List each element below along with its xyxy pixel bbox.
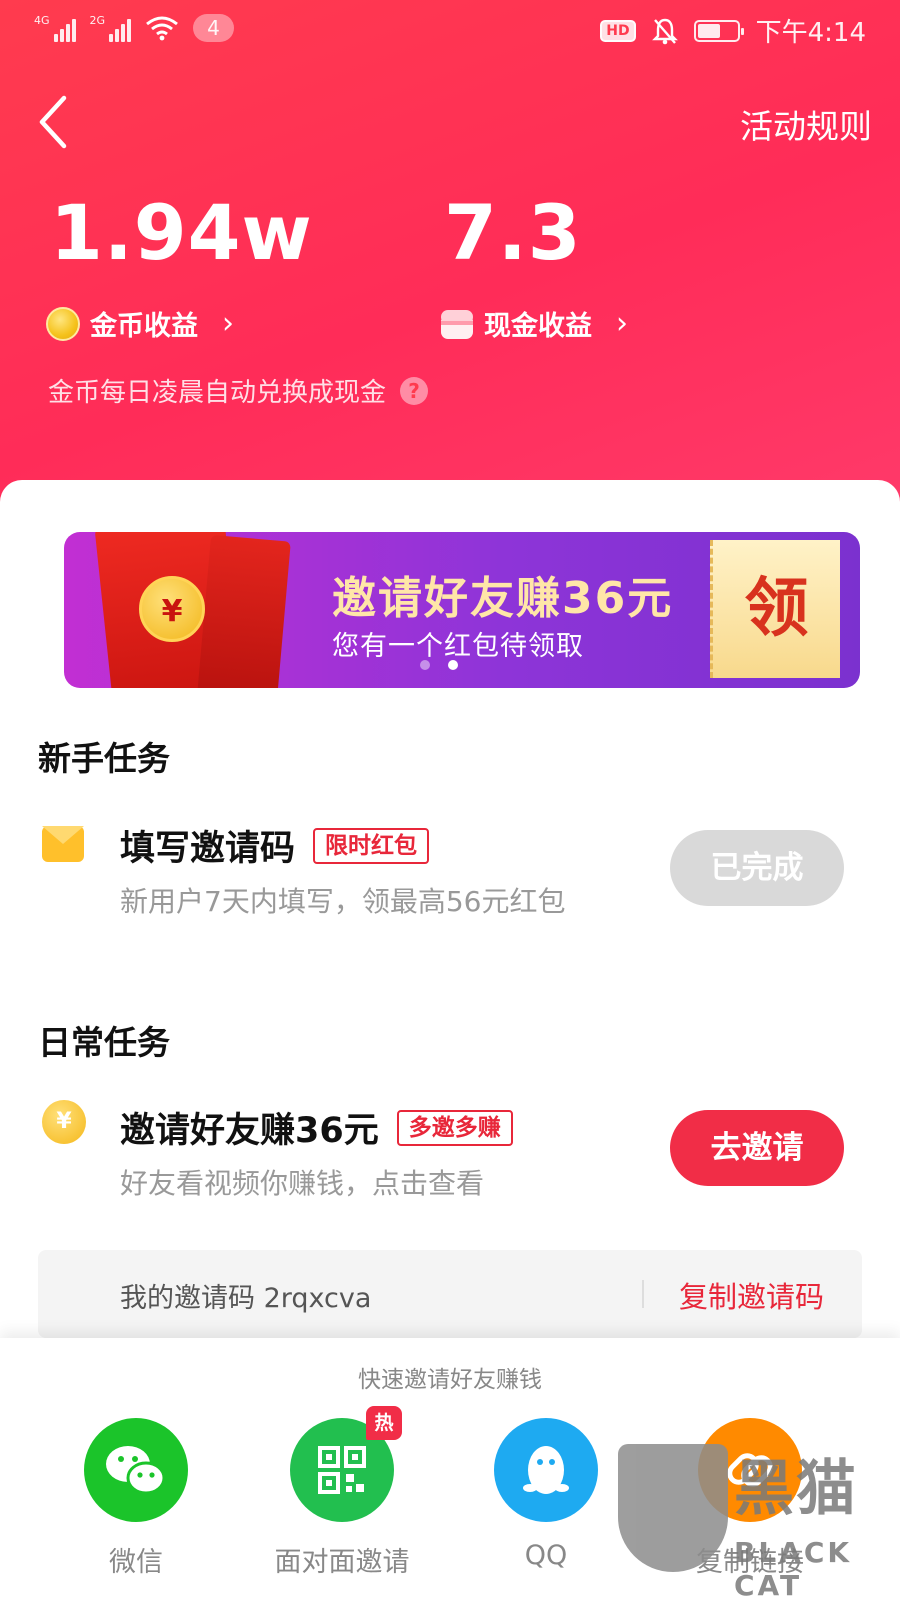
my-invite-code: 我的邀请码 2rqxcva [120,1283,372,1314]
wallet-icon [441,309,473,339]
status-bar: 4G 2G 4 HD 下午4:14 [0,0,900,60]
share-label: 面对面邀请 [274,1547,410,1578]
carousel-dot[interactable] [420,660,430,670]
cat-shield-icon [618,1444,728,1572]
carousel-dots [420,660,458,670]
share-face-to-face-button[interactable]: 热 面对面邀请 [262,1406,422,1579]
go-invite-button[interactable]: 去邀请 [670,1110,844,1186]
notification-count-badge: 4 [193,14,234,42]
hd-icon: HD [600,19,636,42]
newbie-tasks-heading: 新手任务 [38,739,170,778]
completed-button[interactable]: 已完成 [670,830,844,906]
hot-badge: 热 [366,1406,402,1440]
yen-coin-icon: ¥ [42,1100,86,1144]
invite-friends-task-title: 邀请好友赚36元 多邀多赚 [120,1102,513,1153]
cash-earnings-link[interactable]: 现金收益 › [440,304,628,343]
cash-earnings-label: 现金收益 [484,311,592,342]
copy-invite-code-button[interactable]: 复制邀请码 [679,1274,824,1316]
share-wechat-button[interactable]: 微信 [56,1418,216,1579]
share-panel-title: 快速邀请好友赚钱 [358,1367,542,1393]
coin-earnings-link[interactable]: 金币收益 › [46,304,234,343]
activity-rules-link[interactable]: 活动规则 [740,100,872,148]
exchange-note-text: 金币每日凌晨自动兑换成现金 [48,378,387,408]
share-panel: 快速邀请好友赚钱 微信 热 面对面邀请 QQ 复制链接 黑猫 BLACK CAT [0,1338,900,1600]
exchange-note: 金币每日凌晨自动兑换成现金 ? [48,372,429,409]
task-title-text: 邀请好友赚36元 [120,1111,379,1151]
status-right: HD 下午4:14 [600,12,866,49]
network-type-1: 4G [34,14,50,27]
share-label: 微信 [109,1547,163,1578]
task-title-text: 填写邀请码 [120,829,296,869]
chevron-right-icon: › [616,306,628,341]
fill-invite-code-task-title: 填写邀请码 限时红包 [120,820,430,871]
wifi-icon [146,16,178,41]
coin-earnings-value: 1.94w [50,188,313,277]
signal-4g-icon: 4G [34,14,76,42]
black-cat-watermark-logo: 黑猫 BLACK CAT [618,1440,890,1600]
qr-code-icon: 热 [290,1406,402,1522]
header-background: 4G 2G 4 HD 下午4:14 活动规则 1.94w 7.3 金币收益 › … [0,0,900,520]
invite-code-bar: 我的邀请码 2rqxcva 复制邀请码 [38,1250,862,1338]
help-icon[interactable]: ? [400,376,429,405]
gold-coin-icon [46,306,80,341]
envelope-icon [42,822,86,866]
signal-2g-icon: 2G [90,14,132,42]
status-left: 4G 2G 4 [34,14,234,42]
share-qq-button[interactable]: QQ [466,1418,626,1571]
banner-subtitle: 您有一个红包待领取 [332,631,584,662]
fill-invite-code-task-desc: 新用户7天内填写，领最高56元红包 [120,885,566,918]
network-type-2: 2G [89,14,106,27]
yen-coin-icon: ¥ [139,576,205,642]
daily-tasks-heading: 日常任务 [38,1023,170,1062]
banner-title: 邀请好友赚36元 [332,573,674,624]
status-time: 下午4:14 [755,18,866,48]
share-label: QQ [524,1540,568,1571]
cash-earnings-value: 7.3 [444,188,582,277]
mute-bell-icon [651,18,678,44]
claim-ticket-button[interactable]: 领 [710,540,840,678]
qq-penguin-icon [494,1418,598,1522]
watermark-cn: 黑猫 [734,1454,858,1524]
watermark-en: BLACK CAT [734,1536,853,1600]
invite-more-earn-more-tag: 多邀多赚 [396,1109,513,1146]
chevron-right-icon: › [222,306,234,341]
divider [642,1280,644,1308]
red-envelope-image [197,534,291,688]
back-arrow-icon[interactable] [34,92,74,152]
invite-banner[interactable]: ¥ 邀请好友赚36元 您有一个红包待领取 领 [64,532,860,688]
coin-earnings-label: 金币收益 [90,311,198,342]
wechat-icon [84,1418,188,1522]
carousel-dot-active[interactable] [448,660,458,670]
battery-icon [693,19,744,42]
invite-friends-task-desc[interactable]: 好友看视频你赚钱，点击查看 [120,1162,484,1202]
limited-red-packet-tag: 限时红包 [313,827,430,864]
